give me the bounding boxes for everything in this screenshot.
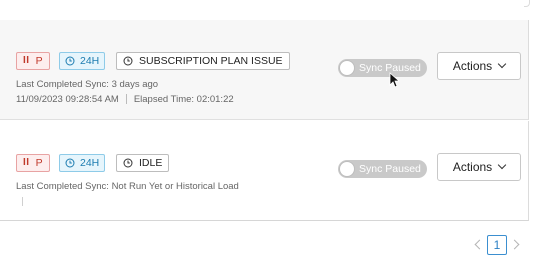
- clock-icon: [65, 56, 75, 66]
- status-badge: SUBSCRIPTION PLAN ISSUE: [116, 52, 290, 70]
- pause-icon: II: [23, 157, 30, 168]
- chevron-down-icon: [497, 59, 507, 69]
- frequency-badge: 24H: [59, 154, 106, 172]
- paused-badge: II P: [16, 52, 51, 70]
- status-badge-label: IDLE: [139, 157, 163, 169]
- status-badge-label: SUBSCRIPTION PLAN ISSUE: [139, 55, 283, 67]
- actions-button[interactable]: Actions: [437, 52, 521, 80]
- page-button-current[interactable]: 1: [487, 235, 507, 255]
- sync-toggle[interactable]: Sync Paused: [338, 59, 427, 77]
- sync-row-1: II P 24H SUBSCRIPTION PLAN ISSUE Last Co…: [0, 20, 529, 120]
- toggle-knob: [339, 60, 355, 76]
- text-caret: [22, 197, 23, 206]
- sync-toggle[interactable]: Sync Paused: [338, 160, 427, 178]
- frequency-badge-label: 24H: [80, 55, 100, 67]
- toggle-knob: [339, 161, 355, 177]
- sync-toggle-label: Sync Paused: [359, 163, 421, 175]
- actions-button[interactable]: Actions: [437, 153, 521, 181]
- top-strip: [0, 0, 552, 20]
- paused-badge-label: P: [35, 55, 44, 67]
- last-sync-text: Last Completed Sync: Not Run Yet or Hist…: [16, 181, 239, 192]
- pause-icon: II: [23, 55, 30, 66]
- status-badge: IDLE: [116, 154, 170, 172]
- sync-timing: 11/09/2023 09:28:54 AM Elapsed Time: 02:0…: [16, 94, 234, 105]
- chevron-right-icon[interactable]: [509, 239, 520, 250]
- elapsed-time: Elapsed Time: 02:01:22: [133, 94, 234, 105]
- table-corner: [524, 0, 530, 7]
- chevron-down-icon: [497, 160, 507, 170]
- clock-icon: [65, 158, 75, 168]
- sync-row-2: II P 24H IDLE Last Completed Sync: Not R…: [0, 121, 529, 221]
- frequency-badge: 24H: [59, 52, 106, 70]
- actions-button-label: Actions: [452, 160, 493, 174]
- clock-icon: [123, 56, 133, 66]
- last-sync-text: Last Completed Sync: 3 days ago: [16, 79, 159, 90]
- paused-badge-label: P: [35, 157, 44, 169]
- clock-icon: [123, 158, 133, 168]
- divider: [125, 94, 127, 105]
- chevron-left-icon[interactable]: [474, 239, 485, 250]
- frequency-badge-label: 24H: [80, 157, 100, 169]
- actions-button-label: Actions: [452, 59, 493, 73]
- sync-timestamp: 11/09/2023 09:28:54 AM: [16, 94, 119, 105]
- paused-badge: II P: [16, 154, 51, 172]
- mouse-cursor-icon: [389, 72, 399, 88]
